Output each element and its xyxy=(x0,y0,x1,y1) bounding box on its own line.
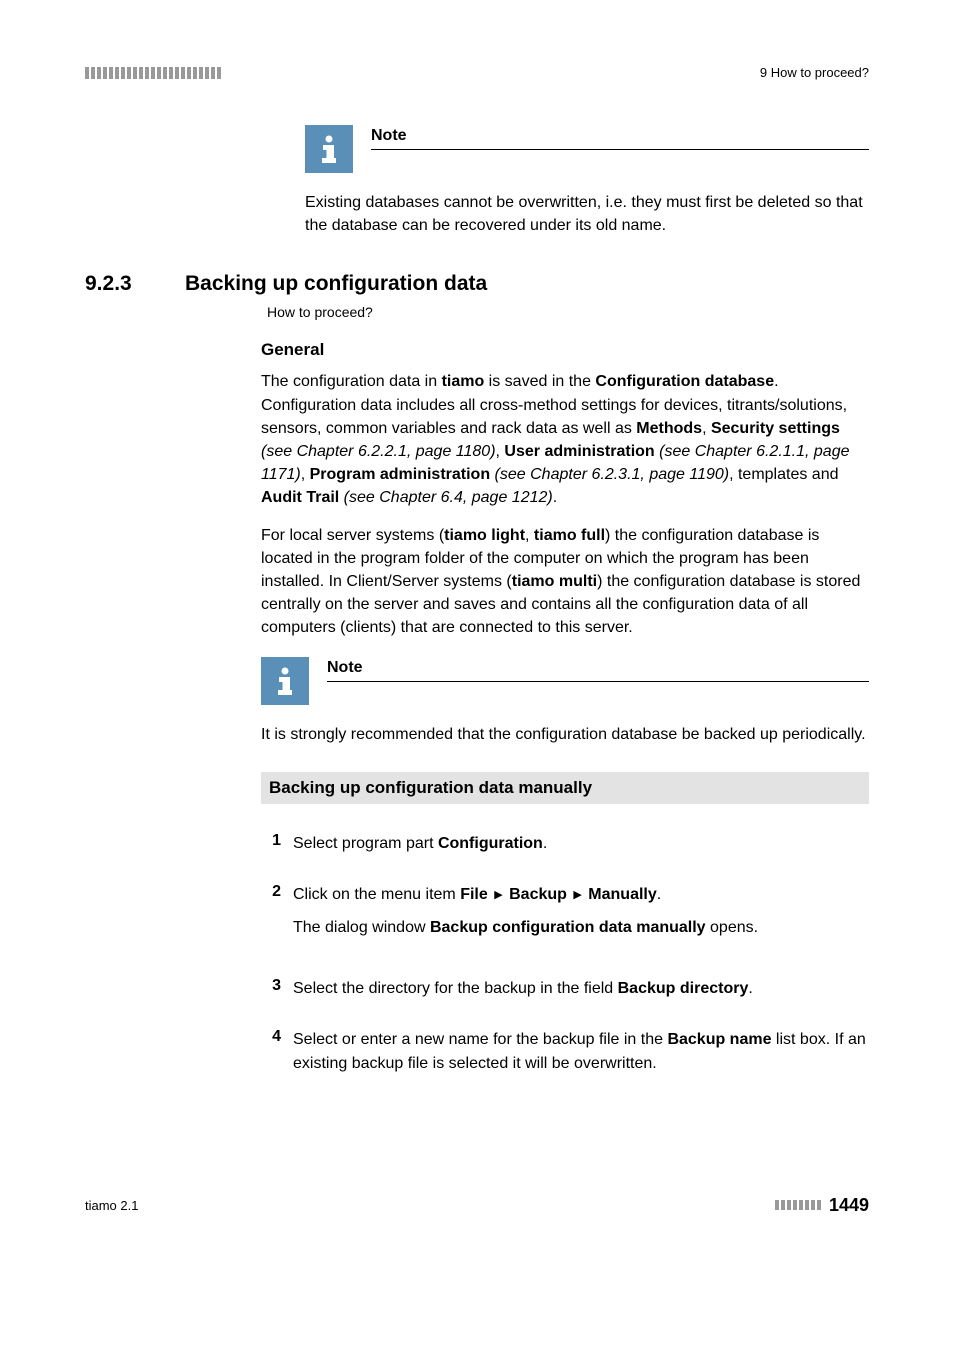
header-decoration-bars xyxy=(85,67,221,79)
section-breadcrumb: How to proceed? xyxy=(267,304,869,320)
section-number: 9.2.3 xyxy=(85,272,185,296)
section-title: Backing up configuration data xyxy=(185,272,487,296)
section-content: General The configuration data in tiamo … xyxy=(261,340,869,1074)
step-number: 4 xyxy=(261,1028,281,1074)
step-4: 4 Select or enter a new name for the bac… xyxy=(261,1028,869,1074)
footer-decoration-bars xyxy=(775,1200,821,1210)
info-icon xyxy=(261,657,309,705)
triangle-icon: ▶ xyxy=(492,889,504,901)
subheading-manual: Backing up configuration data manually xyxy=(261,772,869,804)
step-text: Select program part Configuration. xyxy=(293,832,547,855)
footer-product-label: tiamo 2.1 xyxy=(85,1198,138,1213)
step-text: Select the directory for the backup in t… xyxy=(293,977,753,1000)
step-text: Select or enter a new name for the backu… xyxy=(293,1028,869,1074)
note-title: Note xyxy=(371,127,869,150)
note-callout-2: Note It is strongly recommended that the… xyxy=(261,657,869,746)
info-icon xyxy=(305,125,353,173)
page-number: 1449 xyxy=(829,1195,869,1216)
section-heading: 9.2.3 Backing up configuration data xyxy=(85,272,869,296)
step-number: 3 xyxy=(261,977,281,1000)
header-chapter-label: 9 How to proceed? xyxy=(760,65,869,80)
note-text: It is strongly recommended that the conf… xyxy=(261,723,869,746)
subheading-general: General xyxy=(261,340,869,360)
step-1: 1 Select program part Configuration. xyxy=(261,832,869,855)
step-number: 1 xyxy=(261,832,281,855)
page-footer: tiamo 2.1 1449 xyxy=(85,1195,869,1216)
step-3: 3 Select the directory for the backup in… xyxy=(261,977,869,1000)
note-title: Note xyxy=(327,659,869,682)
note-callout-1: Note Existing databases cannot be overwr… xyxy=(305,125,869,237)
note-text: Existing databases cannot be overwritten… xyxy=(305,191,869,237)
paragraph-general-2: For local server systems (tiamo light, t… xyxy=(261,524,869,640)
page-header: 9 How to proceed? xyxy=(85,65,869,80)
triangle-icon: ▶ xyxy=(571,889,583,901)
step-number: 2 xyxy=(261,883,281,949)
step-2: 2 Click on the menu item File ▶ Backup ▶… xyxy=(261,883,869,949)
paragraph-general-1: The configuration data in tiamo is saved… xyxy=(261,370,869,509)
step-text: Click on the menu item File ▶ Backup ▶ M… xyxy=(293,883,758,949)
